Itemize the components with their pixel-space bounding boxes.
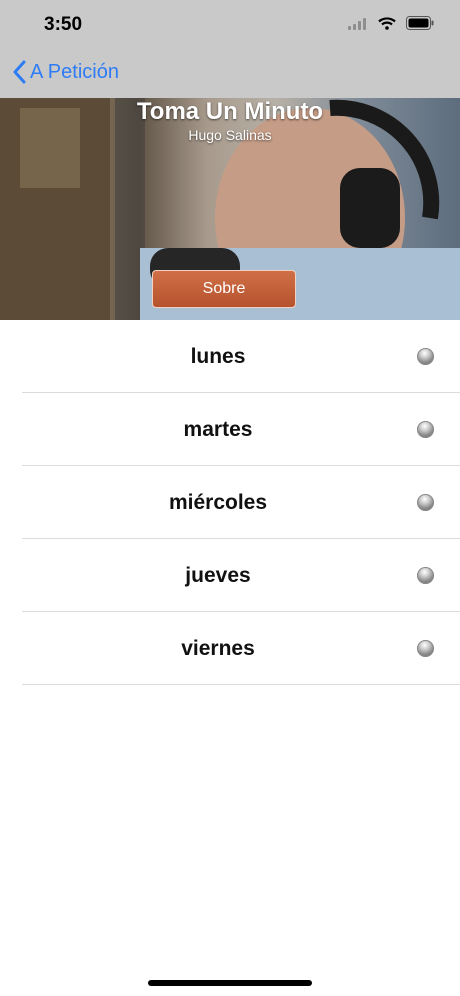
back-button[interactable]: A Petición: [12, 60, 119, 84]
day-list: lunes martes miércoles jueves viernes: [0, 320, 460, 685]
list-item-lunes[interactable]: lunes: [0, 320, 460, 393]
battery-icon: [406, 16, 434, 35]
top-bar: 3:50 A Petición: [0, 0, 460, 98]
list-item-jueves[interactable]: jueves: [0, 539, 460, 612]
cellular-signal-icon: [348, 17, 368, 35]
status-dot-icon: [417, 494, 434, 511]
status-dot-icon: [417, 640, 434, 657]
home-indicator[interactable]: [148, 980, 312, 986]
list-item-label: lunes: [190, 345, 246, 368]
hero-subtitle: Hugo Salinas: [188, 127, 272, 143]
list-item-label: viernes: [181, 637, 255, 660]
status-dot-icon: [417, 348, 434, 365]
status-dot-icon: [417, 567, 434, 584]
list-item-martes[interactable]: martes: [0, 393, 460, 466]
hero-banner: Toma Un Minuto Hugo Salinas Sobre: [0, 98, 460, 320]
status-time: 3:50: [44, 14, 83, 35]
back-label: A Petición: [30, 60, 119, 83]
status-icons: [348, 16, 434, 35]
sobre-button[interactable]: Sobre: [152, 270, 296, 308]
list-item-miercoles[interactable]: miércoles: [0, 466, 460, 539]
wifi-icon: [378, 16, 396, 35]
divider: [22, 684, 460, 685]
status-dot-icon: [417, 421, 434, 438]
chevron-left-icon: [12, 60, 26, 84]
list-item-label: martes: [183, 418, 253, 441]
list-item-label: jueves: [185, 564, 251, 587]
list-item-viernes[interactable]: viernes: [0, 612, 460, 685]
list-item-label: miércoles: [168, 491, 268, 514]
hero-title: Toma Un Minuto: [136, 98, 324, 125]
